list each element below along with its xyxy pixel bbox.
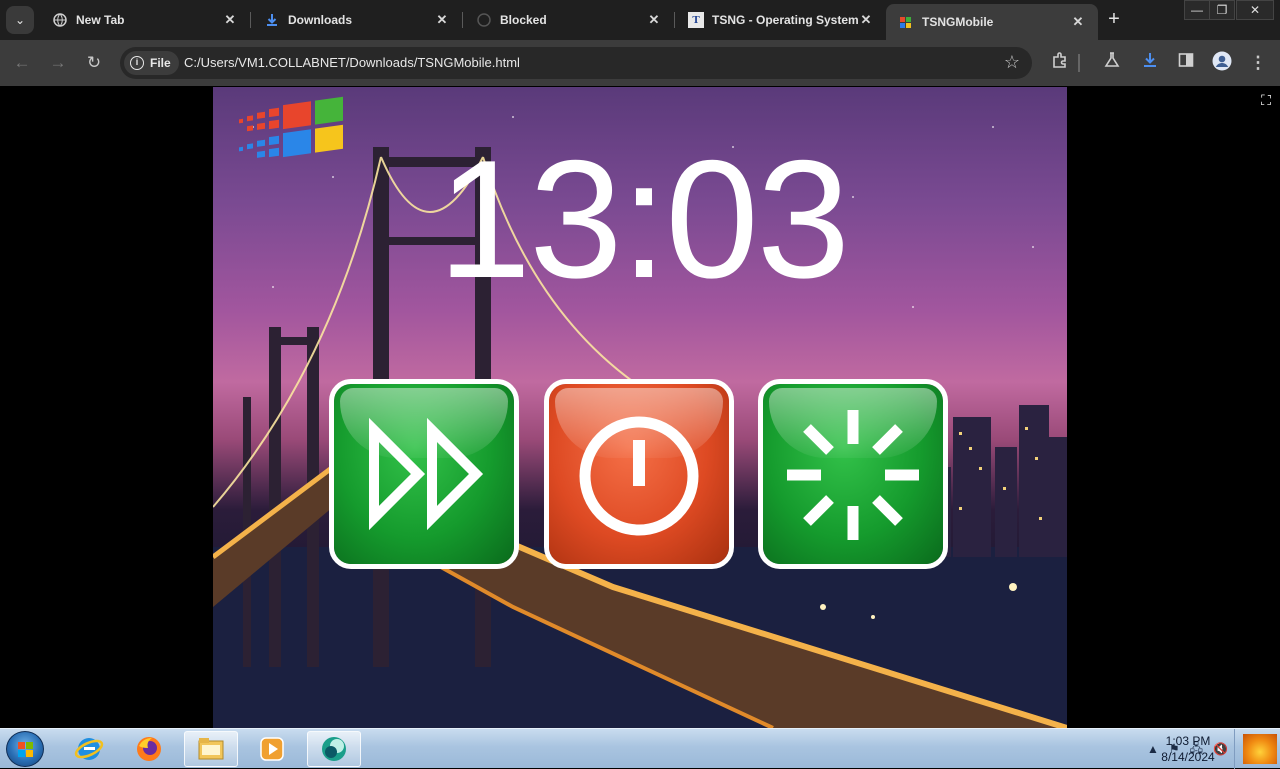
side-panel-icon[interactable]: [1174, 51, 1198, 75]
extensions-icon[interactable]: [1048, 51, 1072, 75]
windows-flag-icon: [18, 742, 33, 757]
new-tab-button[interactable]: +: [1104, 9, 1124, 30]
start-button[interactable]: [6, 731, 44, 767]
show-desktop-button[interactable]: [1234, 729, 1280, 769]
file-explorer-icon[interactable]: [184, 731, 238, 767]
clock-display: 13:03: [437, 125, 850, 313]
browser-toolbar: ← → ↻ i File C:/Users/VM1.COLLABNET/Down…: [0, 40, 1280, 86]
back-button[interactable]: ←: [10, 51, 34, 75]
page-viewport: ⛶ 13:03: [0, 86, 1280, 748]
close-icon[interactable]: ✕: [646, 12, 662, 28]
toolbar-divider: [1078, 54, 1080, 72]
close-icon[interactable]: ✕: [434, 12, 450, 28]
tab-title: TSNG - Operating System: [712, 13, 858, 27]
scheme-label: File: [150, 56, 171, 70]
power-icon: [579, 416, 699, 536]
minimize-button[interactable]: —: [1184, 0, 1210, 20]
labs-flask-icon[interactable]: [1100, 51, 1124, 75]
desktop-thumbnail: [1243, 734, 1277, 764]
profile-avatar-icon[interactable]: [1210, 51, 1234, 75]
tab-strip: ⌄ New Tab ✕ Downloads ✕ Blocked ✕ T TSNG…: [0, 0, 1280, 40]
tab-blocked[interactable]: Blocked ✕: [464, 0, 674, 40]
info-icon: i: [130, 56, 144, 70]
close-icon[interactable]: ✕: [222, 12, 238, 28]
taskbar-time: 1:03 PM: [1165, 734, 1211, 748]
fast-forward-icon: [369, 417, 484, 531]
download-icon: [264, 12, 280, 28]
bookmark-star-icon[interactable]: ☆: [1004, 52, 1020, 73]
tab-title: TSNGMobile: [922, 15, 994, 29]
loading-spinner-icon: [787, 410, 919, 540]
tab-tsng-os[interactable]: T TSNG - Operating System ✕: [676, 0, 886, 40]
blocked-icon: [476, 12, 492, 28]
tsng-t-icon: T: [688, 12, 704, 28]
close-icon[interactable]: ✕: [858, 12, 874, 28]
taskbar-clock[interactable]: 1:03 PM 8/14/2024: [1148, 733, 1228, 765]
chevron-down-icon: ⌄: [14, 13, 26, 27]
address-bar[interactable]: i File C:/Users/VM1.COLLABNET/Downloads/…: [120, 47, 1032, 79]
power-button[interactable]: [544, 379, 734, 569]
tab-divider: [674, 12, 675, 28]
tab-downloads[interactable]: Downloads ✕: [252, 0, 462, 40]
forward-button[interactable]: →: [46, 51, 70, 75]
bay-bridge-wallpaper: 13:03: [213, 87, 1067, 728]
taskbar-date: 8/14/2024: [1161, 750, 1215, 764]
loading-button[interactable]: [758, 379, 948, 569]
tab-tsngmobile[interactable]: TSNGMobile ✕: [886, 4, 1098, 40]
site-info-chip[interactable]: i File: [124, 51, 179, 75]
close-icon[interactable]: ✕: [1070, 14, 1086, 30]
fullscreen-icon[interactable]: ⛶: [1258, 92, 1274, 108]
internet-explorer-icon[interactable]: [62, 731, 116, 767]
url-text[interactable]: C:/Users/VM1.COLLABNET/Downloads/TSNGMob…: [184, 55, 520, 70]
close-window-button[interactable]: ✕: [1236, 0, 1274, 20]
download-icon[interactable]: [1138, 51, 1162, 75]
tsng-app-icon[interactable]: [307, 731, 361, 767]
tab-title: Blocked: [500, 13, 547, 27]
tab-new-tab[interactable]: New Tab ✕: [40, 0, 250, 40]
firefox-icon[interactable]: [122, 731, 176, 767]
menu-kebab-icon[interactable]: ⋮: [1246, 51, 1270, 75]
media-player-icon[interactable]: [245, 731, 299, 767]
globe-icon: [52, 12, 68, 28]
restore-button[interactable]: ❐: [1209, 0, 1235, 20]
windows-taskbar: ▲ ⚑ 🖧 🔇 1:03 PM 8/14/2024: [0, 728, 1280, 769]
tab-title: Downloads: [288, 13, 353, 27]
windows-logo-icon: [239, 96, 343, 158]
tab-search-button[interactable]: ⌄: [6, 6, 34, 34]
tab-title: New Tab: [76, 13, 125, 27]
tab-divider: [250, 12, 251, 28]
reload-button[interactable]: ↻: [82, 51, 106, 75]
tsng-mobile-icon: [898, 14, 914, 30]
tab-divider: [462, 12, 463, 28]
fast-forward-button[interactable]: [329, 379, 519, 569]
